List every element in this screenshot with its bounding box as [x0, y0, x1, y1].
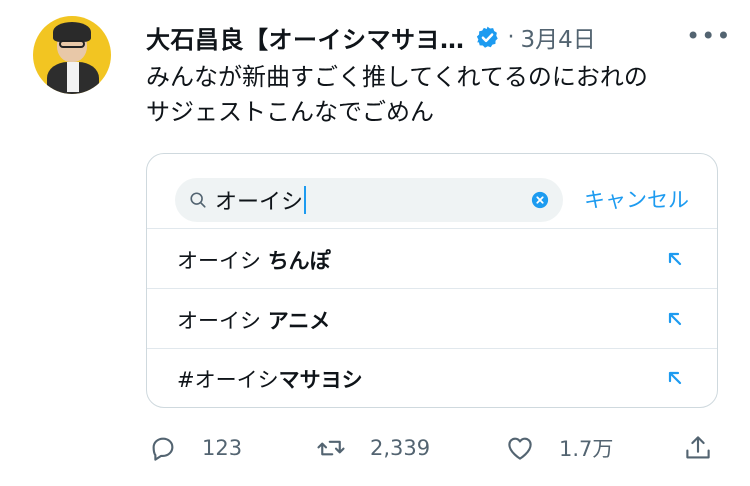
reply-button[interactable]: 123: [148, 428, 242, 468]
suggestion-text: #オーイシマサヨシ: [177, 364, 363, 394]
search-input-value: オーイシ: [215, 190, 304, 215]
suggestion-item[interactable]: #オーイシマサヨシ: [147, 348, 717, 407]
suggestion-completion: ちんぽ: [267, 249, 331, 273]
more-options-button[interactable]: •••: [686, 22, 731, 50]
like-button[interactable]: 1.7万: [505, 428, 613, 468]
like-count: 1.7万: [559, 437, 614, 461]
suggestion-text: オーイシ ちんぽ: [177, 245, 331, 275]
text-caret: [304, 186, 307, 214]
tweet-text-line: サジェストこんなでごめん: [146, 98, 434, 126]
share-icon: [686, 436, 710, 459]
suggestion-text: オーイシ アニメ: [177, 305, 330, 335]
suggestion-prefix: オーイシ: [177, 309, 268, 333]
suggestion-prefix: #オーイシ: [177, 368, 279, 392]
avatar-glasses-shape: [59, 40, 85, 48]
header-separator: ·: [507, 24, 515, 50]
suggestion-completion: マサヨシ: [278, 368, 363, 392]
share-button[interactable]: [683, 428, 713, 468]
suggestion-prefix: オーイシ: [177, 249, 268, 273]
suggestion-item[interactable]: オーイシ ちんぽ: [147, 229, 717, 289]
search-row: オーイシ キャンセル: [147, 154, 717, 229]
suggestion-completion: アニメ: [267, 309, 331, 333]
author-name[interactable]: 大石昌良【オーイシマサヨ…: [146, 20, 465, 55]
search-icon: [190, 192, 206, 208]
tweet-text: みんなが新曲すごく推してくれてるのにおれの サジェストこんなでごめん: [146, 60, 716, 130]
cancel-button[interactable]: キャンセル: [584, 184, 689, 214]
avatar-hair-shape: [53, 22, 91, 42]
search-suggestion-screenshot[interactable]: オーイシ キャンセル オーイシ ちんぽ オーイシ アニメ #オーイシマサヨシ: [146, 153, 718, 408]
suggestion-item[interactable]: オーイシ アニメ: [147, 289, 717, 349]
retweet-button[interactable]: 2,339: [316, 428, 430, 468]
arrow-up-left-icon[interactable]: [665, 309, 685, 329]
tweet-header: 大石昌良【オーイシマサヨ… · 3月4日: [146, 20, 596, 54]
tweet-text-line: みんなが新曲すごく推してくれてるのにおれの: [146, 63, 648, 91]
search-input[interactable]: オーイシ: [175, 178, 563, 222]
retweet-count: 2,339: [370, 436, 431, 460]
reply-icon: [152, 437, 174, 461]
avatar-shirt-shape: [67, 62, 79, 92]
tweet-action-bar: 123 2,339 1.7万: [0, 428, 750, 468]
arrow-up-left-icon[interactable]: [665, 368, 685, 388]
reply-count: 123: [202, 436, 243, 460]
tweet-date[interactable]: 3月4日: [521, 20, 596, 54]
avatar[interactable]: [33, 16, 111, 94]
retweet-icon: [317, 440, 345, 456]
clear-icon[interactable]: [531, 191, 549, 209]
heart-icon: [508, 437, 532, 460]
verified-badge-icon: [476, 26, 498, 48]
arrow-up-left-icon[interactable]: [665, 249, 685, 269]
